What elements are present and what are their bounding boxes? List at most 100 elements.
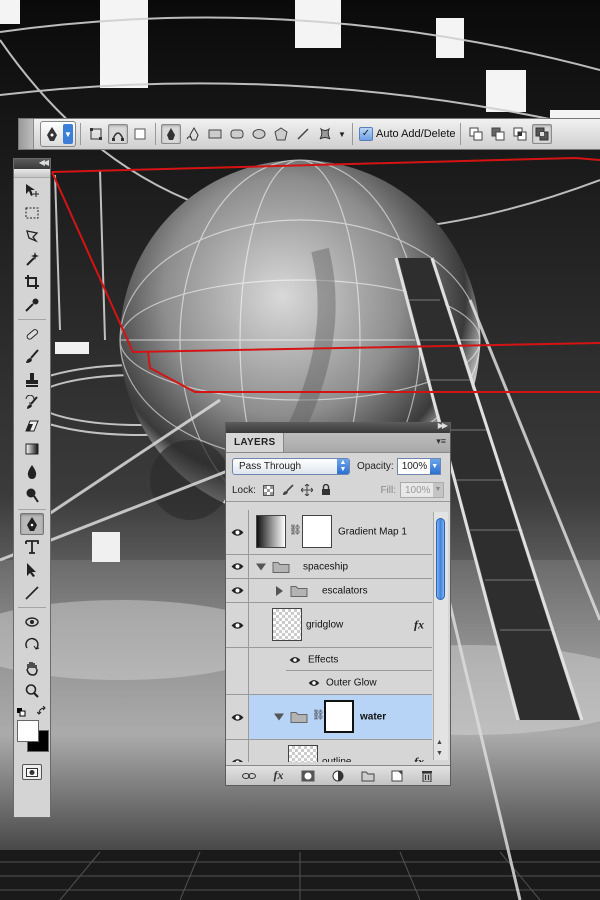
layer-row-outline[interactable]: outline fx xyxy=(226,740,432,762)
layer-mask-thumbnail[interactable] xyxy=(324,700,354,733)
layer-row-gradient-map-1[interactable]: ⛓ Gradient Map 1 xyxy=(226,510,432,555)
layer-row-effects[interactable]: Effects xyxy=(226,648,432,671)
layer-row-escalators[interactable]: escalators xyxy=(226,579,432,603)
default-colors-icon[interactable] xyxy=(17,708,26,720)
intersect-path-areas-button[interactable] xyxy=(510,124,530,144)
quick-selection-tool[interactable] xyxy=(20,248,44,270)
tools-panel-grip[interactable] xyxy=(14,169,50,178)
clone-stamp-tool[interactable] xyxy=(20,369,44,391)
fill-pixels-button[interactable] xyxy=(130,124,150,144)
visibility-eye-icon[interactable] xyxy=(226,510,249,554)
layer-effects-fx-icon[interactable]: fx xyxy=(414,618,424,633)
swap-colors-icon[interactable] xyxy=(36,705,47,719)
foreground-color-swatch[interactable] xyxy=(17,720,39,742)
visibility-eye-icon[interactable] xyxy=(226,695,249,739)
layer-row-outer-glow[interactable]: Outer Glow xyxy=(226,671,432,695)
paths-mode-button[interactable] xyxy=(108,124,128,144)
options-bar-grip[interactable] xyxy=(19,119,34,149)
add-layer-mask-icon[interactable] xyxy=(300,769,316,783)
scroll-up-icon[interactable]: ▲ xyxy=(436,739,443,746)
paths-mode-icon xyxy=(112,132,124,141)
visibility-eye-icon[interactable] xyxy=(226,603,249,647)
collapse-icon[interactable]: ◀◀ xyxy=(39,158,49,167)
ellipse-tool-button[interactable] xyxy=(249,124,269,144)
scroll-down-icon[interactable]: ▼ xyxy=(436,750,443,757)
link-chain-icon[interactable]: ⛓ xyxy=(312,710,325,721)
3d-rotate-icon xyxy=(25,617,39,627)
3d-orbit-tool[interactable] xyxy=(20,634,44,656)
tab-layers[interactable]: LAYERS xyxy=(226,433,285,452)
layer-row-gridglow[interactable]: gridglow fx xyxy=(226,603,432,648)
lock-transparent-pixels-icon[interactable] xyxy=(262,483,276,497)
freeform-pen-button[interactable] xyxy=(183,124,203,144)
rectangle-tool-button[interactable] xyxy=(205,124,225,144)
quick-mask-button[interactable] xyxy=(22,764,42,780)
custom-shape-picker[interactable]: ▼ xyxy=(337,124,347,144)
visibility-eye-icon[interactable] xyxy=(226,740,249,762)
link-chain-icon[interactable]: ⛓ xyxy=(289,525,302,536)
lock-all-icon[interactable] xyxy=(319,483,333,497)
chevron-down-icon[interactable]: ▼ xyxy=(429,458,440,474)
blend-mode-value: Pass Through xyxy=(239,460,302,472)
dodge-tool[interactable] xyxy=(20,484,44,506)
history-brush-tool[interactable] xyxy=(20,392,44,414)
hand-tool[interactable] xyxy=(20,657,44,679)
layers-panel-header[interactable]: ▶▶ xyxy=(226,421,450,433)
new-adjustment-layer-icon[interactable] xyxy=(330,769,346,783)
visibility-eye-icon[interactable] xyxy=(308,678,320,690)
add-layer-style-icon[interactable]: fx xyxy=(271,768,287,783)
brush-tool[interactable] xyxy=(20,346,44,368)
exclude-overlapping-path-areas-button[interactable] xyxy=(531,124,552,144)
layer-row-spaceship[interactable]: spaceship xyxy=(226,555,432,579)
polygon-tool-button[interactable] xyxy=(271,124,291,144)
blend-mode-select[interactable]: Pass Through ▲ ▼ xyxy=(232,457,350,475)
lock-image-pixels-icon[interactable] xyxy=(281,483,295,497)
type-tool[interactable] xyxy=(20,536,44,558)
add-to-path-area-button[interactable] xyxy=(466,124,486,144)
crop-tool[interactable] xyxy=(20,271,44,293)
eraser-tool[interactable] xyxy=(20,415,44,437)
visibility-eye-icon[interactable] xyxy=(226,555,249,578)
auto-add-delete-checkbox[interactable]: ✓ xyxy=(359,127,373,141)
visibility-eye-icon[interactable] xyxy=(289,655,301,667)
effects-column xyxy=(226,648,249,671)
pen-tool-button[interactable] xyxy=(161,124,181,144)
layers-scrollbar[interactable]: ▲ ▼ xyxy=(433,512,448,760)
tool-preset-picker[interactable]: ▼ xyxy=(40,121,76,147)
new-layer-icon[interactable] xyxy=(389,769,405,783)
custom-shape-tool-button[interactable] xyxy=(315,124,335,144)
layer-effects-fx-icon[interactable]: fx xyxy=(414,755,424,763)
shape-layers-button[interactable] xyxy=(86,124,106,144)
new-group-icon[interactable] xyxy=(360,769,376,783)
lock-position-icon[interactable] xyxy=(300,483,314,497)
scrollbar-thumb[interactable] xyxy=(436,518,445,600)
delete-layer-trash-icon[interactable] xyxy=(419,769,435,783)
move-tool[interactable] xyxy=(20,179,44,201)
layer-mask-thumbnail[interactable] xyxy=(302,515,332,548)
lasso-tool[interactable] xyxy=(20,225,44,247)
layer-row-water[interactable]: ⛓ water xyxy=(226,695,432,740)
expand-triangle-icon[interactable] xyxy=(274,713,284,721)
link-layers-icon[interactable] xyxy=(241,769,257,783)
line-tool-button[interactable] xyxy=(293,124,313,144)
healing-brush-tool[interactable] xyxy=(20,323,44,345)
eyedropper-tool[interactable] xyxy=(20,294,44,316)
line-shape-tool[interactable] xyxy=(20,582,44,604)
gradient-tool[interactable] xyxy=(20,438,44,460)
auto-add-delete-option[interactable]: ✓ Auto Add/Delete xyxy=(359,127,456,141)
tools-panel-header[interactable]: ◀◀ xyxy=(14,158,50,169)
visibility-eye-icon[interactable] xyxy=(226,579,249,602)
marquee-tool[interactable] xyxy=(20,202,44,224)
pen-tool[interactable] xyxy=(20,513,44,535)
collapse-icon[interactable]: ▶▶ xyxy=(438,421,448,430)
opacity-field[interactable]: 100% ▼ xyxy=(396,457,441,475)
expand-triangle-icon[interactable] xyxy=(276,585,283,596)
expand-triangle-icon[interactable] xyxy=(256,563,266,570)
rounded-rectangle-tool-button[interactable] xyxy=(227,124,247,144)
subtract-from-path-area-button[interactable] xyxy=(488,124,508,144)
3d-rotate-tool[interactable] xyxy=(20,611,44,633)
panel-menu-icon[interactable]: ▾≡ xyxy=(436,436,446,447)
zoom-tool[interactable] xyxy=(20,680,44,702)
blur-tool[interactable] xyxy=(20,461,44,483)
path-selection-tool[interactable] xyxy=(20,559,44,581)
